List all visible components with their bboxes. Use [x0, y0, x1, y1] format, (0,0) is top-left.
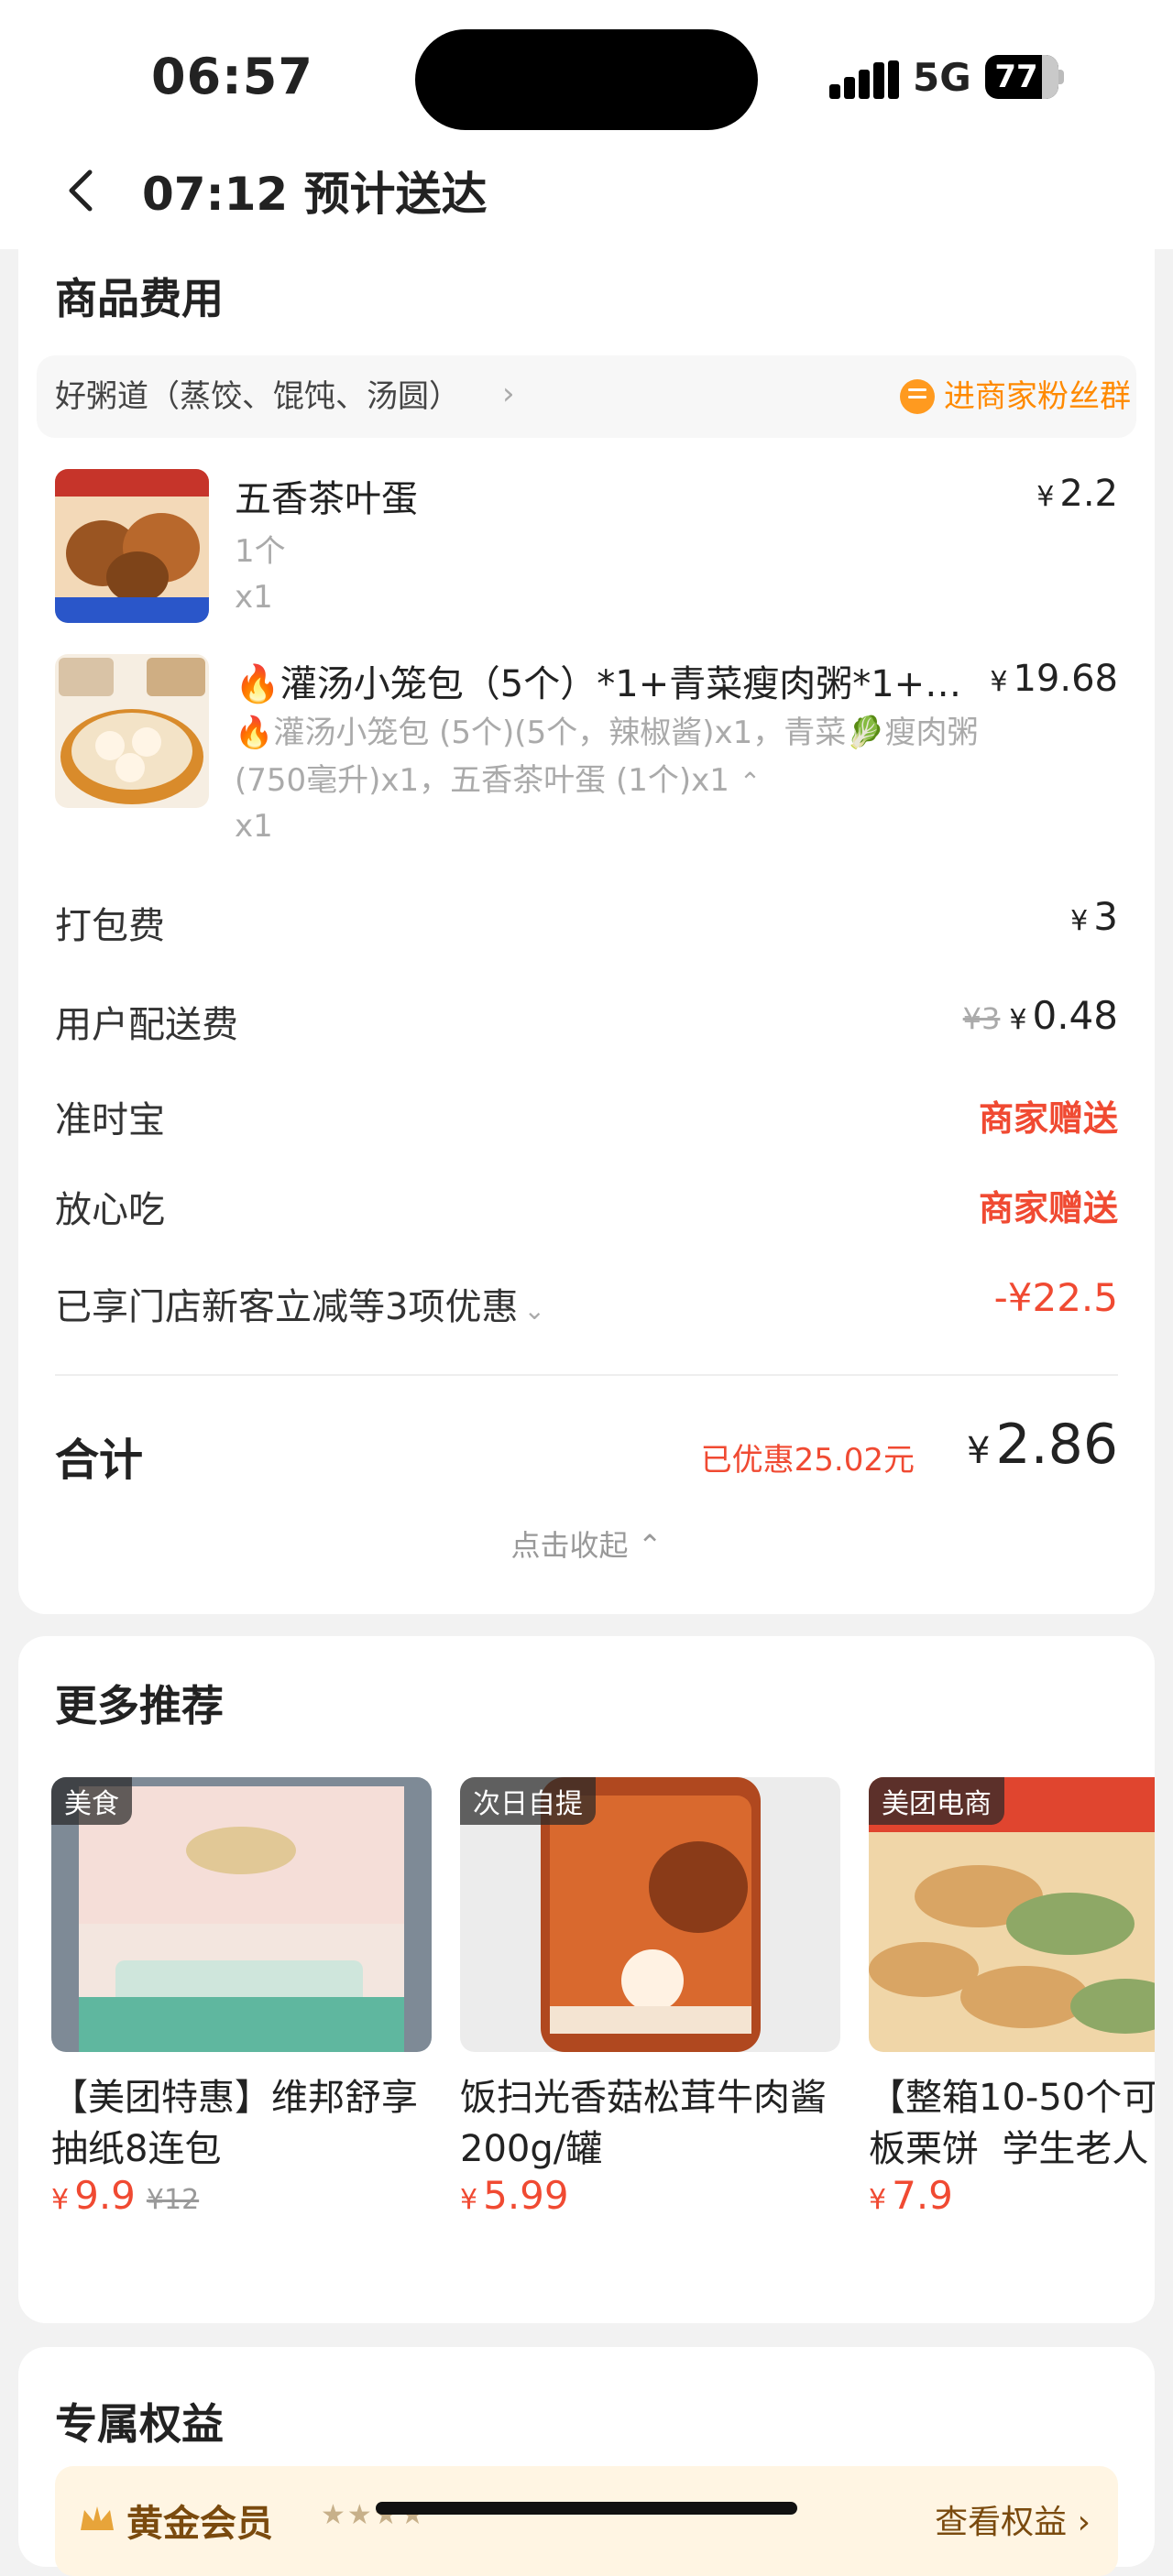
view-benefits-link[interactable]: 查看权益 ›	[935, 2495, 1091, 2543]
battery-level: 77	[994, 59, 1038, 95]
vip-label: 黄金会员	[126, 2503, 273, 2545]
saved-amount: 已优惠25.02元	[700, 1442, 915, 1479]
item-thumbnail[interactable]	[55, 654, 209, 808]
home-indicator	[376, 2502, 797, 2515]
divider	[55, 1374, 1118, 1376]
ontime-label: 准时宝	[55, 1099, 165, 1141]
status-time: 06:57	[151, 48, 313, 105]
discount-label: 已享门店新客立减等3项优惠	[55, 1286, 519, 1328]
delivery-fee-value: ¥3 ¥0.48	[962, 993, 1118, 1038]
product-image[interactable]: 美团电商	[869, 1777, 1155, 2052]
page-header: 07:12 预计送达	[0, 147, 1173, 238]
vip-row[interactable]: 黄金会员 ★★★★ 查看权益 ›	[55, 2466, 1118, 2576]
item-name: 五香茶叶蛋	[235, 478, 418, 520]
product-card[interactable]: 美团电商 【整箱10-50个可 板栗饼 学生老人 ¥7.9	[869, 1777, 1155, 2217]
chevron-up-icon[interactable]: ⌃	[740, 767, 761, 797]
item-thumbnail[interactable]	[55, 469, 209, 623]
dynamic-island	[415, 29, 758, 130]
recommend-card: 更多推荐 美食 【美团特惠】维邦舒享 抽纸8连包 ¥9.9 ¥12 次日自提 饭…	[18, 1636, 1155, 2323]
chevron-down-icon: ⌄	[523, 1295, 545, 1326]
product-price: ¥5.99	[460, 2173, 569, 2218]
product-title: 【整箱10-50个可 板栗饼 学生老人	[869, 2077, 1155, 2170]
crown-icon	[81, 2506, 114, 2530]
product-tag: 次日自提	[460, 1777, 596, 1825]
store-row[interactable]: 好粥道（蒸饺、馄饨、汤圆） › 进商家粉丝群	[37, 355, 1136, 438]
packaging-fee-label: 打包费	[55, 905, 165, 947]
item-qty: x1	[235, 808, 273, 845]
product-image[interactable]: 美食	[51, 1777, 432, 2052]
chevron-right-icon: ›	[502, 376, 515, 412]
product-tag: 美食	[51, 1777, 132, 1825]
cellular-signal-icon	[829, 60, 899, 99]
item-price: ¥19.68	[990, 658, 1118, 700]
discount-row[interactable]: 已享门店新客立减等3项优惠 ⌄	[55, 1277, 545, 1330]
safe-eat-value: 商家赠送	[978, 1188, 1118, 1228]
item-spec: 🔥灌汤小笼包 (5个)(5个，辣椒酱)x1，青菜🥬瘦肉粥	[235, 715, 979, 751]
section-title: 商品费用	[55, 274, 224, 323]
battery-icon: 77	[985, 55, 1064, 99]
item-spec: 1个	[235, 533, 286, 570]
item-spec: (750毫升)x1，五香茶叶蛋 (1个)x1 ⌃	[235, 762, 762, 799]
ontime-value: 商家赠送	[978, 1098, 1118, 1139]
page-title: 07:12 预计送达	[142, 168, 488, 221]
fan-group-link[interactable]: 进商家粉丝群	[944, 355, 1131, 438]
section-title: 更多推荐	[55, 1681, 224, 1730]
item-name: 🔥灌汤小笼包（5个）*1+青菜瘦肉粥*1+…	[235, 663, 962, 705]
discount-value: -¥22.5	[993, 1275, 1118, 1320]
item-price: ¥2.2	[1036, 473, 1118, 515]
product-tag: 美团电商	[869, 1777, 1004, 1825]
chevron-up-icon: ⌃	[637, 1528, 663, 1563]
packaging-fee-value: ¥3	[1070, 894, 1118, 939]
section-title: 专属权益	[55, 2399, 224, 2449]
product-price: ¥7.9	[869, 2173, 953, 2217]
product-price: ¥9.9 ¥12	[51, 2173, 200, 2218]
back-arrow-icon[interactable]	[57, 163, 112, 218]
fees-card: 商品费用 好粥道（蒸饺、馄饨、汤圆） › 进商家粉丝群 五香茶叶蛋 1个 x1 …	[18, 249, 1155, 1614]
status-bar: 06:57 5G 77	[0, 0, 1173, 156]
product-title: 饭扫光香菇松茸牛肉酱 200g/罐	[460, 2077, 827, 2170]
network-type: 5G	[913, 55, 971, 100]
product-title: 【美团特惠】维邦舒享 抽纸8连包	[51, 2077, 418, 2170]
total-label: 合计	[55, 1435, 144, 1486]
chat-icon	[900, 379, 935, 414]
collapse-toggle[interactable]: 点击收起 ⌃	[18, 1523, 1155, 1565]
safe-eat-label: 放心吃	[55, 1189, 165, 1231]
store-name: 好粥道（蒸饺、馄饨、汤圆）	[55, 378, 460, 415]
benefits-card: 专属权益 黄金会员 ★★★★ 查看权益 ›	[18, 2347, 1155, 2576]
delivery-fee-label: 用户配送费	[55, 1004, 238, 1046]
product-image[interactable]: 次日自提	[460, 1777, 840, 2052]
item-qty: x1	[235, 579, 273, 616]
total-value: ¥2.86	[966, 1413, 1118, 1477]
